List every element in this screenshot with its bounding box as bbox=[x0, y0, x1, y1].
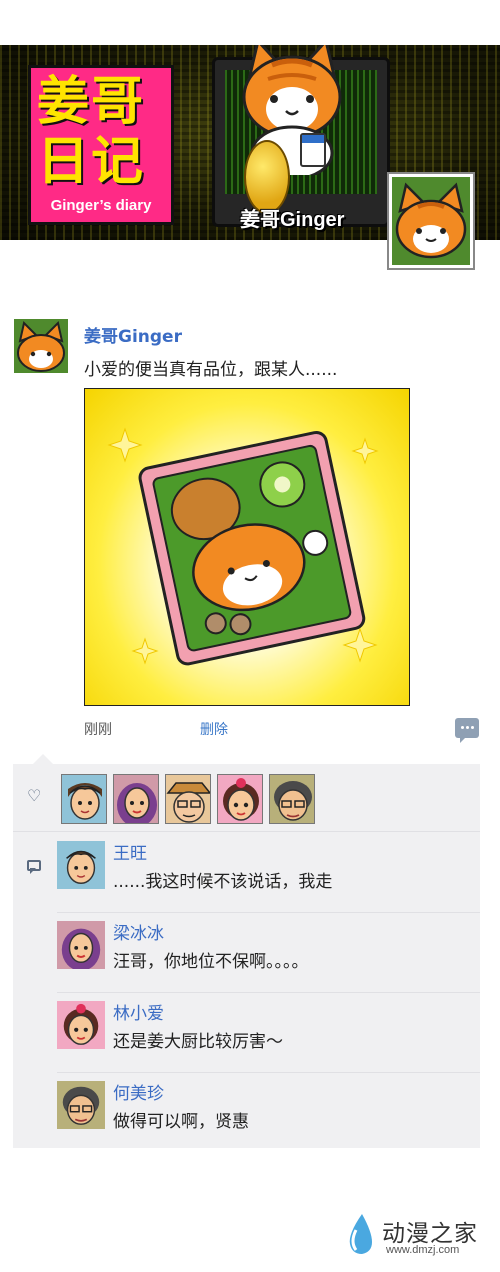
cat-avatar-icon bbox=[395, 182, 467, 259]
commenter-avatar[interactable] bbox=[57, 1001, 105, 1049]
likes-row: ♡ bbox=[13, 764, 480, 832]
post-author-name[interactable]: 姜哥Ginger bbox=[84, 322, 182, 347]
delete-post-link[interactable]: 删除 bbox=[200, 719, 228, 739]
bento-box-illustration bbox=[107, 427, 379, 666]
id-card-illustration bbox=[300, 133, 326, 167]
comment-item: 林小爱 还是姜大厨比较厉害～ bbox=[57, 993, 480, 1073]
liker-avatar-wangwang[interactable] bbox=[61, 774, 107, 824]
post-image-bento[interactable] bbox=[84, 388, 410, 706]
commenter-name[interactable]: 梁冰冰 bbox=[113, 919, 164, 944]
liker-avatar-liangbingbing[interactable] bbox=[113, 774, 159, 824]
comment-text: 还是姜大厨比较厉害～ bbox=[113, 1032, 283, 1052]
commenter-avatar[interactable] bbox=[57, 1081, 105, 1129]
watermark-url: www.dmzj.com bbox=[386, 1244, 460, 1256]
comment-item: 何美珍 做得可以啊，贤惠 bbox=[57, 1073, 480, 1153]
post-text: 小爱的便当真有品位，跟某人...... bbox=[84, 360, 338, 380]
profile-avatar[interactable] bbox=[387, 172, 475, 270]
more-comment-icon[interactable] bbox=[455, 718, 479, 743]
comment-text: ......我这时候不该说话，我走 bbox=[113, 872, 333, 892]
post-timestamp: 刚刚 bbox=[84, 722, 112, 738]
interaction-panel: ♡ 王旺 ......我这时候不该说话，我走 梁冰冰 汪哥，你地位不保啊。。。。… bbox=[13, 754, 480, 1148]
watermark-text: 动漫之家 bbox=[382, 1221, 478, 1247]
cat-avatar-icon bbox=[17, 321, 65, 372]
commenter-avatar[interactable] bbox=[57, 921, 105, 969]
comment-item: 梁冰冰 汪哥，你地位不保啊。。。。 bbox=[57, 913, 480, 993]
liker-avatar-hemeizhen[interactable] bbox=[269, 774, 315, 824]
logo-subtitle: Ginger’s diary bbox=[50, 197, 152, 214]
comment-text: 做得可以啊，贤惠 bbox=[113, 1112, 249, 1132]
liker-avatar-linxiaoai[interactable] bbox=[217, 774, 263, 824]
comment-text: 汪哥，你地位不保啊。。。。 bbox=[113, 952, 309, 972]
watermark-drop-icon bbox=[349, 1214, 372, 1254]
heart-icon: ♡ bbox=[27, 786, 42, 805]
logo-title: 姜哥日记 bbox=[37, 72, 146, 192]
liker-avatar-stylist[interactable] bbox=[165, 774, 211, 824]
commenter-name[interactable]: 何美珍 bbox=[113, 1079, 164, 1104]
comment-item: 王旺 ......我这时候不该说话，我走 bbox=[57, 833, 480, 913]
commenter-name[interactable]: 王旺 bbox=[113, 839, 147, 864]
comment-list: 王旺 ......我这时候不该说话，我走 梁冰冰 汪哥，你地位不保啊。。。。 林… bbox=[13, 833, 480, 1148]
post-author-avatar[interactable] bbox=[14, 319, 68, 373]
commenter-avatar[interactable] bbox=[57, 841, 105, 889]
diary-logo: 姜哥日记 Ginger’s diary bbox=[28, 65, 174, 225]
commenter-name[interactable]: 林小爱 bbox=[113, 999, 164, 1024]
banner-profile-name: 姜哥Ginger bbox=[240, 209, 345, 231]
